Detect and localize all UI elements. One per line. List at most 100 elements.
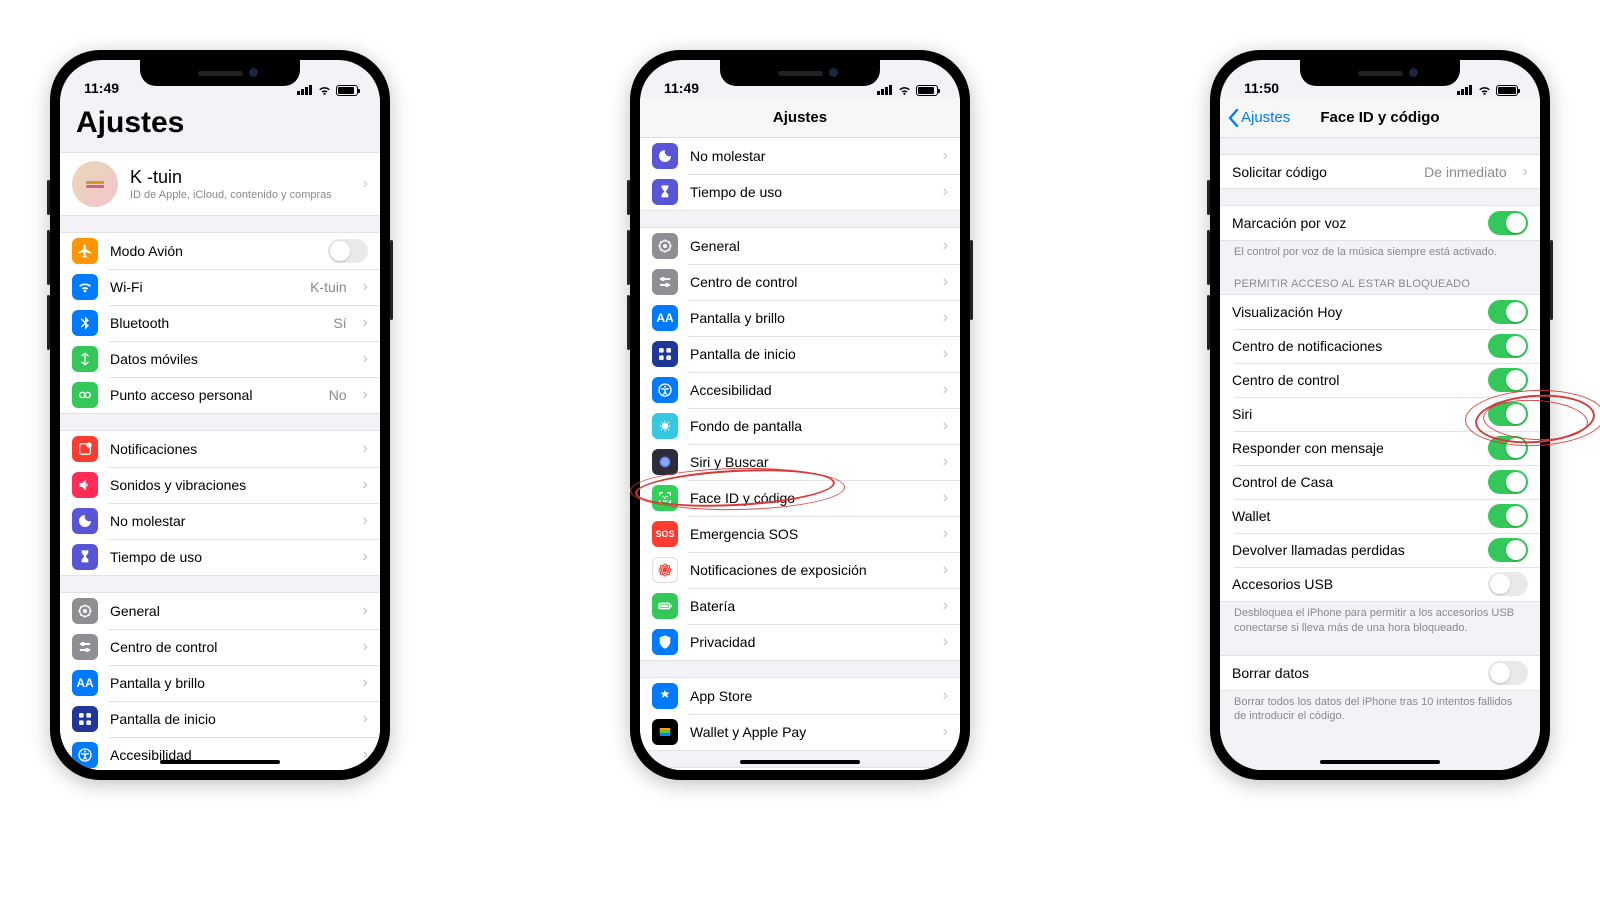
settings-row[interactable]: General›: [60, 593, 380, 629]
toggle[interactable]: [1488, 300, 1528, 324]
settings-row[interactable]: Centro de control›: [60, 629, 380, 665]
toggle[interactable]: [1488, 436, 1528, 460]
row-label: Wi-Fi: [110, 279, 298, 295]
row-label: Control de Casa: [1232, 474, 1476, 490]
screentime-icon: [652, 179, 678, 205]
settings-row[interactable]: General›: [640, 228, 960, 264]
settings-row[interactable]: Centro de control: [1220, 363, 1540, 397]
settings-row[interactable]: Tiempo de uso›: [640, 174, 960, 210]
settings-row[interactable]: Privacidad›: [640, 624, 960, 660]
chevron-right-icon: ›: [363, 314, 368, 332]
settings-row[interactable]: Notificaciones›: [60, 431, 380, 467]
settings-row[interactable]: SOSEmergencia SOS›: [640, 516, 960, 552]
settings-row[interactable]: No molestar›: [60, 503, 380, 539]
home-indicator[interactable]: [160, 760, 280, 764]
row-label: Responder con mensaje: [1232, 440, 1476, 456]
apple-id-row[interactable]: K -tuin ID de Apple, iCloud, contenido y…: [60, 153, 380, 215]
home-indicator[interactable]: [1320, 760, 1440, 764]
settings-row[interactable]: Batería›: [640, 588, 960, 624]
settings-row[interactable]: Accesibilidad›: [60, 737, 380, 770]
toggle[interactable]: [1488, 470, 1528, 494]
toggle[interactable]: [1488, 402, 1528, 426]
dnd-icon: [652, 143, 678, 169]
settings-row[interactable]: Contraseñas›: [640, 768, 960, 770]
status-time: 11:50: [1244, 80, 1279, 96]
page-title: Ajustes: [60, 98, 380, 146]
settings-row[interactable]: Control de Casa: [1220, 465, 1540, 499]
phone-frame-1: 11:49 Ajustes K -tuin ID de Apple, iClou…: [50, 50, 390, 780]
row-label: Accesorios USB: [1232, 576, 1476, 592]
toggle[interactable]: [1488, 334, 1528, 358]
home-indicator[interactable]: [740, 760, 860, 764]
settings-group-lock-access: Visualización HoyCentro de notificacione…: [1220, 294, 1540, 602]
settings-row[interactable]: Marcación por voz: [1220, 206, 1540, 240]
row-label: Emergencia SOS: [690, 526, 927, 542]
settings-row[interactable]: Wallet: [1220, 499, 1540, 533]
settings-row[interactable]: Pantalla de inicio›: [640, 336, 960, 372]
settings-row[interactable]: Accesorios USB: [1220, 567, 1540, 601]
toggle[interactable]: [1488, 661, 1528, 685]
phone-frame-2: 11:49 Ajustes No molestar›Tiempo de uso›…: [630, 50, 970, 780]
row-label: Punto acceso personal: [110, 387, 317, 403]
wallpaper-icon: [652, 413, 678, 439]
settings-row[interactable]: Pantalla de inicio›: [60, 701, 380, 737]
battery-icon: [652, 593, 678, 619]
settings-row[interactable]: Punto acceso personalNo›: [60, 377, 380, 413]
settings-group-general: General›Centro de control›AAPantalla y b…: [60, 592, 380, 770]
settings-row[interactable]: AAPantalla y brillo›: [640, 300, 960, 336]
status-indicators: [877, 84, 938, 96]
chevron-right-icon: ›: [363, 638, 368, 656]
settings-row[interactable]: Responder con mensaje: [1220, 431, 1540, 465]
settings-row[interactable]: Siri y Buscar›: [640, 444, 960, 480]
control-center-icon: [652, 269, 678, 295]
status-time: 11:49: [84, 80, 119, 96]
row-value: Sí: [333, 315, 346, 331]
settings-row[interactable]: Sonidos y vibraciones›: [60, 467, 380, 503]
row-label: Devolver llamadas perdidas: [1232, 542, 1476, 558]
toggle[interactable]: [1488, 368, 1528, 392]
settings-row[interactable]: Datos móviles›: [60, 341, 380, 377]
toggle[interactable]: [1488, 572, 1528, 596]
signal-icon: [297, 85, 313, 95]
chevron-right-icon: ›: [363, 602, 368, 620]
settings-group-top: No molestar›Tiempo de uso›: [640, 138, 960, 211]
settings-row[interactable]: Centro de control›: [640, 264, 960, 300]
row-label: Centro de control: [1232, 372, 1476, 388]
toggle[interactable]: [328, 239, 368, 263]
settings-row[interactable]: Accesibilidad›: [640, 372, 960, 408]
settings-row[interactable]: Modo Avión: [60, 233, 380, 269]
settings-row[interactable]: BluetoothSí›: [60, 305, 380, 341]
chevron-right-icon: ›: [363, 386, 368, 404]
toggle[interactable]: [1488, 211, 1528, 235]
settings-row[interactable]: Face ID y código›: [640, 480, 960, 516]
settings-row[interactable]: Siri: [1220, 397, 1540, 431]
nav-title: Ajustes: [773, 109, 827, 126]
toggle[interactable]: [1488, 504, 1528, 528]
back-button[interactable]: Ajustes: [1228, 109, 1290, 127]
settings-row[interactable]: Devolver llamadas perdidas: [1220, 533, 1540, 567]
toggle[interactable]: [1488, 538, 1528, 562]
settings-group-connectivity: Modo AviónWi-FiK-tuin›BluetoothSí›Datos …: [60, 232, 380, 414]
settings-row[interactable]: No molestar›: [640, 138, 960, 174]
wallet-icon: [652, 719, 678, 745]
settings-row[interactable]: Visualización Hoy: [1220, 295, 1540, 329]
settings-row[interactable]: Centro de notificaciones: [1220, 329, 1540, 363]
settings-row[interactable]: App Store›: [640, 678, 960, 714]
chevron-right-icon: ›: [943, 273, 948, 291]
chevron-right-icon: ›: [943, 345, 948, 363]
settings-row[interactable]: Wi-FiK-tuin›: [60, 269, 380, 305]
row-label: Borrar datos: [1232, 665, 1476, 681]
wifi-icon: [1477, 84, 1492, 96]
chevron-right-icon: ›: [363, 512, 368, 530]
settings-row[interactable]: Solicitar códigoDe inmediato›: [1220, 155, 1540, 188]
settings-row[interactable]: AAPantalla y brillo›: [60, 665, 380, 701]
signal-icon: [877, 85, 893, 95]
settings-row[interactable]: Wallet y Apple Pay›: [640, 714, 960, 750]
sounds-icon: [72, 472, 98, 498]
settings-row[interactable]: Fondo de pantalla›: [640, 408, 960, 444]
settings-row[interactable]: Borrar datos: [1220, 656, 1540, 690]
row-label: Marcación por voz: [1232, 215, 1476, 231]
settings-row[interactable]: Tiempo de uso›: [60, 539, 380, 575]
section-footer: Desbloquea el iPhone para permitir a los…: [1220, 602, 1540, 639]
settings-row[interactable]: Notificaciones de exposición›: [640, 552, 960, 588]
